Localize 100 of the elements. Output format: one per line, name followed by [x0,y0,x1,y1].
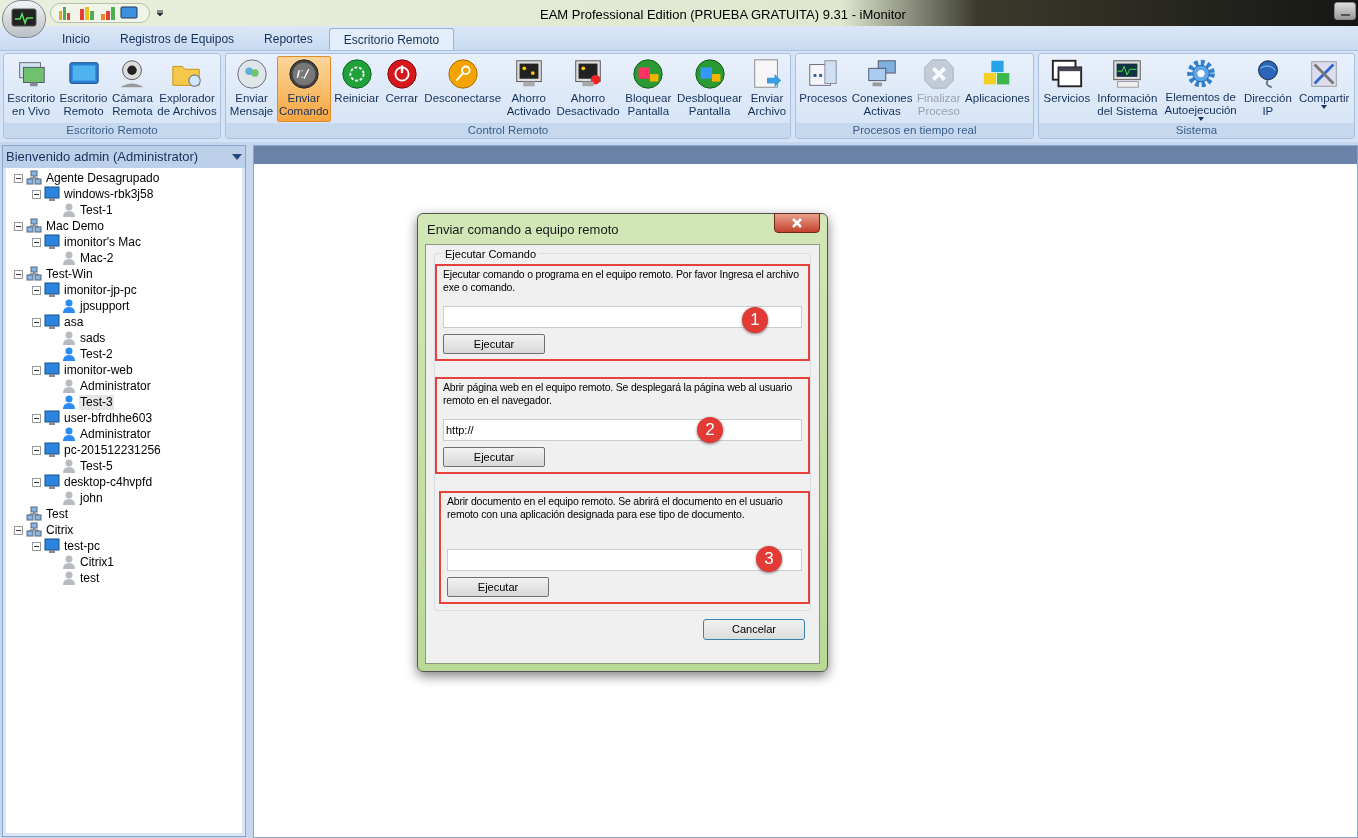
ribbon-tab[interactable]: Escritorio Remoto [328,28,455,50]
monitor-icon[interactable] [120,5,138,21]
ribbon-button[interactable]: Enviar Comando [276,56,331,122]
bar-chart-icon[interactable] [78,5,96,21]
dialog-title: Enviar comando a equipo remoto [426,221,619,240]
collapse-icon[interactable] [32,445,41,455]
ribbon-tab[interactable]: Reportes [250,28,327,50]
ribbon-button[interactable]: Explorador de Archivos [155,56,219,122]
ribbon-button[interactable]: Escritorio Remoto [57,56,110,122]
tree-item[interactable]: Administrator [79,378,152,394]
step-number: 3 [756,546,782,572]
dropdown-icon [1197,117,1204,121]
cancel-button[interactable]: Cancelar [703,619,805,640]
tree-item[interactable]: Test-1 [79,202,114,218]
tree-item[interactable]: Citrix1 [79,554,115,570]
collapse-icon[interactable] [32,285,41,295]
minimize-button[interactable] [1334,2,1356,20]
ribbon-button[interactable]: Información del Sistema [1095,56,1160,122]
tree-item[interactable]: user-bfrdhhe603 [63,410,154,426]
monitor-icon [44,362,60,378]
tree-item[interactable]: jpsupport [79,298,131,314]
ribbon-button[interactable]: Desbloquear Pantalla [674,56,745,122]
ribbon-tab[interactable]: Registros de Equipos [106,28,249,50]
monitor-icon [44,314,60,330]
tree-item[interactable]: Mac Demo [45,218,105,234]
tree-item[interactable]: Test-2 [79,346,114,362]
tree-item[interactable]: Administrator [79,426,152,442]
network-icon [26,506,42,522]
tree-item[interactable]: test-pc [63,538,101,554]
collapse-icon[interactable] [14,525,23,535]
collapse-icon[interactable] [32,317,41,327]
tree-item[interactable]: windows-rbk3j58 [63,186,155,202]
monitor-icon [44,538,60,554]
ribbon-button[interactable]: Procesos [797,56,850,122]
tree-item[interactable]: desktop-c4hvpfd [63,474,154,490]
ribbon-button[interactable]: Dirección IP [1241,56,1294,122]
collapse-icon[interactable] [32,477,41,487]
monitor-icon [44,442,60,458]
tree-item[interactable]: sads [79,330,107,346]
network-icon [26,522,42,538]
input-field[interactable] [443,306,802,328]
tree-item[interactable]: Mac-2 [79,250,115,266]
tree-item[interactable]: Agente Desagrupado [45,170,161,186]
tree-item[interactable]: Test-Win [45,266,94,282]
monitor-icon [44,474,60,490]
tree-item[interactable]: imonitor-web [63,362,134,378]
ribbon-button[interactable]: Compartir [1296,56,1352,122]
dropdown-icon[interactable] [232,154,242,160]
ribbon-button[interactable]: Aplicaciones [963,56,1032,122]
collapse-icon[interactable] [14,269,23,279]
tree-item[interactable]: imonitor's Mac [63,234,142,250]
window-title: EAM Professional Edition (PRUEBA GRATUITA) 9.31 - iMonitor [540,6,906,24]
tree-item[interactable]: Test-5 [79,458,114,474]
restart-icon [339,57,374,91]
ribbon-button[interactable]: Escritorio en Vivo [5,56,58,122]
power-icon [384,57,419,91]
close-icon [921,57,956,91]
collapse-icon[interactable] [32,413,41,423]
group-label: Procesos en tiempo real [796,123,1033,138]
ribbon-button[interactable]: Reiniciar [332,56,382,122]
ribbon-button[interactable]: Enviar Mensaje [227,56,276,122]
dropdown-icon[interactable] [156,9,164,17]
tree-item[interactable]: Citrix [45,522,75,538]
input-field[interactable] [447,549,802,571]
tree-item[interactable]: pc-201512231256 [63,442,162,458]
ribbon-button[interactable]: Conexiones Activas [849,56,915,122]
close-button[interactable] [774,213,820,233]
tree-item[interactable]: imonitor-jp-pc [63,282,138,298]
group-label: Sistema [1039,123,1354,138]
tree-item[interactable]: Test [45,506,69,522]
tree-item[interactable]: Test-3 [79,394,114,410]
ribbon-button[interactable]: Desconectarse [422,56,504,122]
collapse-icon[interactable] [14,221,23,231]
ribbon-button[interactable]: Enviar Archivo [745,56,789,122]
execute-button[interactable]: Ejecutar [443,334,545,354]
tree-item[interactable]: john [79,490,104,506]
group-label: Escritorio Remoto [4,123,220,138]
ribbon-button[interactable]: Bloquear Pantalla [623,56,674,122]
step-number: 2 [697,417,723,443]
ribbon-tab[interactable]: Inicio [48,28,104,50]
bar-chart-icon[interactable] [99,5,117,21]
ribbon-button[interactable]: Ahorro Activado [504,56,553,122]
collapse-icon[interactable] [32,237,41,247]
group-label: Control Remoto [226,123,790,138]
execute-button[interactable]: Ejecutar [443,447,545,467]
tree-item[interactable]: test [79,570,101,586]
collapse-icon[interactable] [32,541,41,551]
ribbon-button[interactable]: Cerrar [382,56,421,122]
monitor-icon [44,234,60,250]
collapse-icon[interactable] [32,189,41,199]
collapse-icon[interactable] [32,365,41,375]
tree-item[interactable]: asa [63,314,85,330]
ribbon-button[interactable]: Cámara Remota [109,56,155,122]
execute-button[interactable]: Ejecutar [447,577,549,597]
ribbon-button[interactable]: Elementos de Autoejecución [1162,56,1239,122]
ribbon-button[interactable]: Servicios [1041,56,1093,122]
key-icon [445,57,480,91]
ribbon-button[interactable]: Ahorro Desactivado [554,56,622,122]
collapse-icon[interactable] [14,173,23,183]
app-menu-button[interactable] [2,0,46,38]
